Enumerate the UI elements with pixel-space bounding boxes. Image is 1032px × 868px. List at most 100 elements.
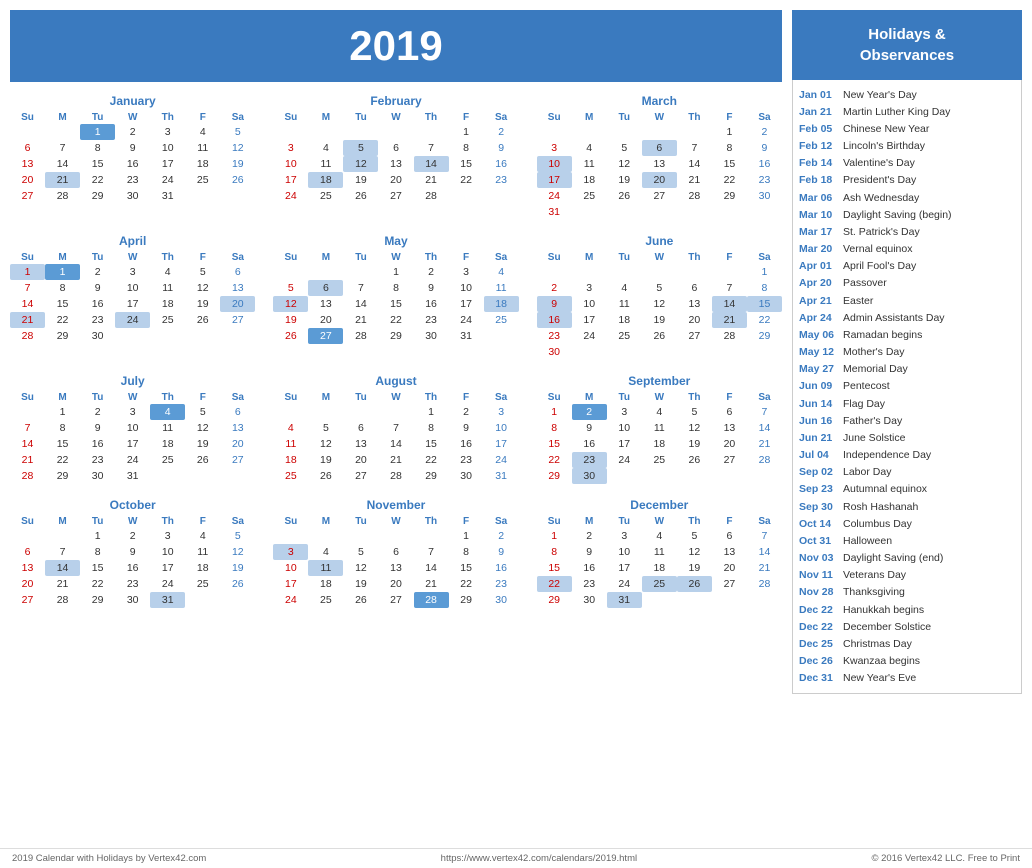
- holiday-name: Kwanzaa begins: [843, 654, 920, 668]
- holiday-name: Ash Wednesday: [843, 191, 919, 205]
- holiday-date: Mar 17: [799, 225, 837, 239]
- holiday-item: Apr 20Passover: [797, 275, 1017, 292]
- holiday-item: Oct 31 Halloween: [797, 532, 1017, 549]
- holiday-item: Sep 30Rosh Hashanah: [797, 498, 1017, 515]
- month-june: June SuMTuWThFSa 1 2345678 9101112131415: [537, 234, 782, 360]
- holiday-name: Columbus Day: [843, 517, 912, 531]
- month-name-january: January: [10, 94, 255, 108]
- holiday-item: Jan 21Martin Luther King Day: [797, 103, 1017, 120]
- month-name-march: March: [537, 94, 782, 108]
- holiday-date: Dec 22: [799, 620, 837, 634]
- holiday-date: Sep 23: [799, 482, 837, 496]
- holiday-item: Mar 10 Daylight Saving (begin): [797, 206, 1017, 223]
- holiday-item: Feb 12 Lincoln's Birthday: [797, 138, 1017, 155]
- month-name-may: May: [273, 234, 518, 248]
- holidays-list: Jan 01New Year's DayJan 21Martin Luther …: [792, 80, 1022, 694]
- month-name-december: December: [537, 498, 782, 512]
- holiday-name: Hanukkah begins: [843, 603, 924, 617]
- holiday-date: Oct 31: [799, 534, 837, 548]
- month-table-august: SuMTuWThFSa 123 45678910 11121314151617 …: [273, 391, 518, 484]
- month-table-december: SuMTuWThFSa 1234567 891011121314 1516171…: [537, 515, 782, 608]
- month-table-june: SuMTuWThFSa 1 2345678 9101112131415 1617…: [537, 251, 782, 360]
- holiday-date: May 06: [799, 328, 837, 342]
- holiday-item: Sep 02Labor Day: [797, 464, 1017, 481]
- holiday-item: May 06Ramadan begins: [797, 326, 1017, 343]
- holiday-name: Rosh Hashanah: [843, 500, 918, 514]
- holiday-name: Autumnal equinox: [843, 482, 927, 496]
- holiday-item: Nov 03Daylight Saving (end): [797, 550, 1017, 567]
- holiday-item: Dec 22Hanukkah begins: [797, 601, 1017, 618]
- holiday-name: Daylight Saving (begin): [843, 208, 952, 222]
- holiday-item: Dec 22 December Solstice: [797, 618, 1017, 635]
- holiday-item: Jul 04 Independence Day: [797, 447, 1017, 464]
- holiday-date: Oct 14: [799, 517, 837, 531]
- month-september: September SuMTuWThFSa 1234567 8910111213…: [537, 374, 782, 484]
- holiday-item: Nov 28Thanksgiving: [797, 584, 1017, 601]
- holiday-name: December Solstice: [843, 620, 931, 634]
- holiday-item: Nov 11Veterans Day: [797, 567, 1017, 584]
- holiday-date: Apr 20: [799, 276, 837, 290]
- holiday-date: Mar 10: [799, 208, 837, 222]
- holiday-name: April Fool's Day: [843, 259, 916, 273]
- holiday-item: Apr 21Easter: [797, 292, 1017, 309]
- holiday-date: Feb 18: [799, 173, 837, 187]
- holiday-name: Independence Day: [843, 448, 931, 462]
- holiday-item: Apr 01 April Fool's Day: [797, 258, 1017, 275]
- month-table-may: SuMTuWThFSa 1234 567891011 1213141516171…: [273, 251, 518, 344]
- holiday-item: Jan 01New Year's Day: [797, 86, 1017, 103]
- month-table-march: SuMTuWThFSa 12 3456789 10111213141516 17…: [537, 111, 782, 220]
- holidays-panel: Holidays &Observances Jan 01New Year's D…: [792, 10, 1022, 834]
- holiday-name: Chinese New Year: [843, 122, 929, 136]
- month-name-june: June: [537, 234, 782, 248]
- holiday-item: Dec 25 Christmas Day: [797, 636, 1017, 653]
- holiday-date: Sep 02: [799, 465, 837, 479]
- holiday-date: May 12: [799, 345, 837, 359]
- holiday-item: Jun 16Father's Day: [797, 412, 1017, 429]
- year-header: 2019: [10, 10, 782, 82]
- holiday-name: Lincoln's Birthday: [843, 139, 925, 153]
- month-name-october: October: [10, 498, 255, 512]
- holiday-date: Feb 05: [799, 122, 837, 136]
- holiday-date: Jan 01: [799, 88, 837, 102]
- month-table-july: SuMTuWThFSa 123456 78910111213 141516171…: [10, 391, 255, 484]
- holiday-date: Dec 25: [799, 637, 837, 651]
- holiday-name: Valentine's Day: [843, 156, 915, 170]
- holiday-date: Jun 21: [799, 431, 837, 445]
- holiday-item: Sep 23 Autumnal equinox: [797, 481, 1017, 498]
- holiday-item: Jun 21June Solstice: [797, 429, 1017, 446]
- holiday-name: Pentecost: [843, 379, 890, 393]
- month-table-november: SuMTuWThFSa 12 3456789 10111213141516 17…: [273, 515, 518, 608]
- holiday-date: Apr 01: [799, 259, 837, 273]
- month-name-february: February: [273, 94, 518, 108]
- holiday-name: Halloween: [843, 534, 892, 548]
- holiday-date: Jul 04: [799, 448, 837, 462]
- holiday-name: Martin Luther King Day: [843, 105, 950, 119]
- holiday-name: Christmas Day: [843, 637, 912, 651]
- footer: 2019 Calendar with Holidays by Vertex42.…: [0, 848, 1032, 868]
- month-table-september: SuMTuWThFSa 1234567 891011121314 1516171…: [537, 391, 782, 484]
- month-name-september: September: [537, 374, 782, 388]
- month-table-october: SuMTuWThFSa 12345 6789101112 13141516171…: [10, 515, 255, 608]
- holiday-date: Nov 03: [799, 551, 837, 565]
- holiday-item: Dec 26Kwanzaa begins: [797, 653, 1017, 670]
- holiday-item: Jun 14Flag Day: [797, 395, 1017, 412]
- month-january: January SuMTuWThFSa 12345 6789101112 131…: [10, 94, 255, 220]
- holiday-date: Jun 14: [799, 397, 837, 411]
- month-march: March SuMTuWThFSa 12 3456789 10111213141…: [537, 94, 782, 220]
- month-table-january: SuMTuWThFSa 12345 6789101112 13141516171…: [10, 111, 255, 204]
- holiday-name: Admin Assistants Day: [843, 311, 945, 325]
- footer-left: 2019 Calendar with Holidays by Vertex42.…: [12, 853, 206, 864]
- holiday-date: Dec 31: [799, 671, 837, 685]
- holiday-date: Mar 06: [799, 191, 837, 205]
- holiday-item: Mar 20Vernal equinox: [797, 241, 1017, 258]
- month-name-august: August: [273, 374, 518, 388]
- holiday-date: Feb 14: [799, 156, 837, 170]
- holiday-date: Feb 12: [799, 139, 837, 153]
- holiday-item: Mar 17St. Patrick's Day: [797, 223, 1017, 240]
- holiday-date: Apr 24: [799, 311, 837, 325]
- holiday-item: Dec 31New Year's Eve: [797, 670, 1017, 687]
- holiday-item: May 27Memorial Day: [797, 361, 1017, 378]
- month-october: October SuMTuWThFSa 12345 6789101112 131…: [10, 498, 255, 608]
- holiday-date: Nov 11: [799, 568, 837, 582]
- holiday-item: May 12Mother's Day: [797, 344, 1017, 361]
